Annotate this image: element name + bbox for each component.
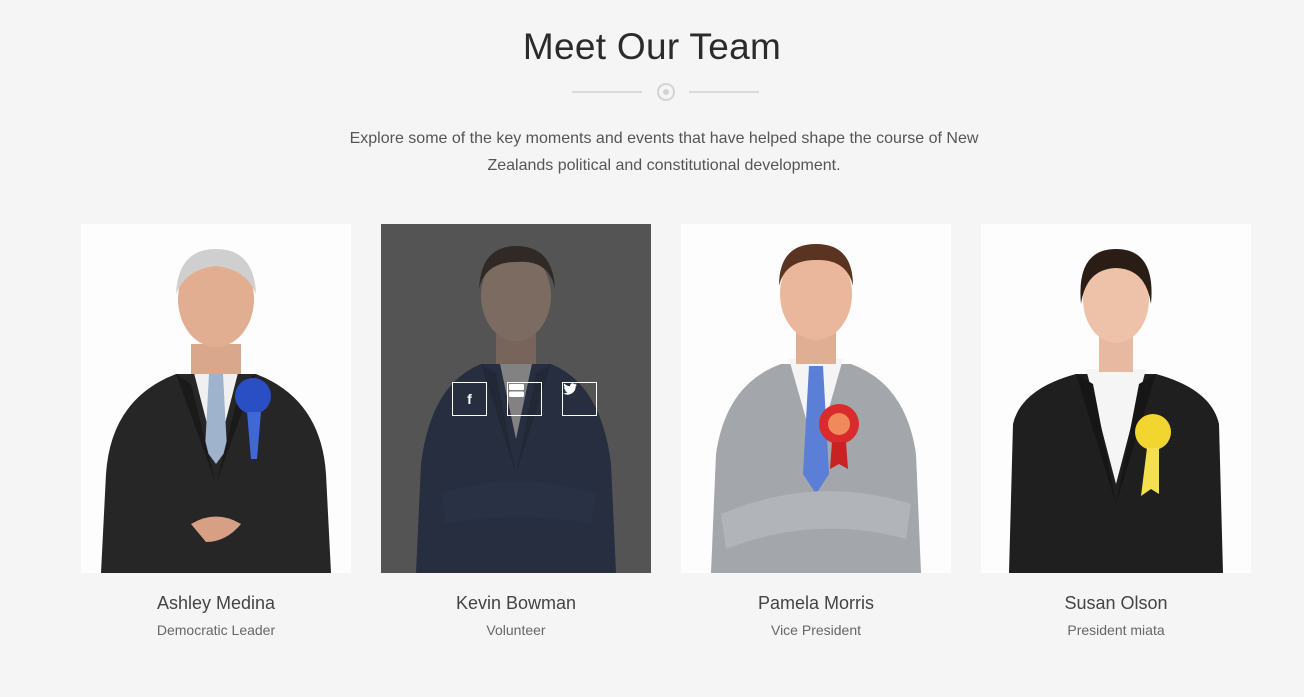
member-photo[interactable]: f	[381, 224, 651, 573]
person-portrait-icon	[101, 249, 331, 573]
member-name: Susan Olson	[1064, 593, 1168, 613]
member-role: Volunteer	[486, 622, 546, 638]
section-intro: Explore some of the key moments and even…	[349, 130, 979, 174]
twitter-icon[interactable]	[562, 382, 597, 416]
youtube-icon[interactable]	[507, 382, 542, 416]
facebook-icon[interactable]: f	[452, 382, 487, 416]
member-role: Vice President	[770, 622, 861, 638]
member-name: Pamela Morris	[757, 593, 875, 613]
divider-line-left	[572, 91, 642, 93]
title-divider	[572, 82, 760, 102]
divider-circle-icon	[657, 83, 675, 101]
section-title: Meet Our Team	[522, 26, 782, 67]
youtube-glyph-icon	[509, 384, 524, 397]
person-portrait-icon	[711, 244, 921, 573]
member-photo[interactable]	[981, 224, 1251, 573]
member-photo[interactable]	[681, 224, 951, 573]
team-member-card[interactable]: Susan Olson President miata	[981, 224, 1251, 638]
twitter-bird-icon	[563, 383, 577, 395]
member-name: Ashley Medina	[156, 593, 276, 613]
divider-line-right	[689, 91, 759, 93]
member-role: Democratic Leader	[156, 622, 276, 638]
facebook-glyph: f	[467, 391, 472, 407]
social-links: f	[452, 382, 597, 416]
team-section: Meet Our Team Explore some of the key mo…	[0, 0, 1304, 697]
person-portrait-icon	[1009, 249, 1223, 573]
member-role: President miata	[1067, 622, 1165, 638]
team-member-card[interactable]: f Kevin Bowman Volunteer	[381, 224, 651, 638]
member-photo[interactable]	[81, 224, 351, 573]
team-member-card[interactable]: Pamela Morris Vice President	[681, 224, 951, 638]
team-member-card[interactable]: Ashley Medina Democratic Leader	[81, 224, 351, 638]
member-name: Kevin Bowman	[455, 593, 577, 613]
